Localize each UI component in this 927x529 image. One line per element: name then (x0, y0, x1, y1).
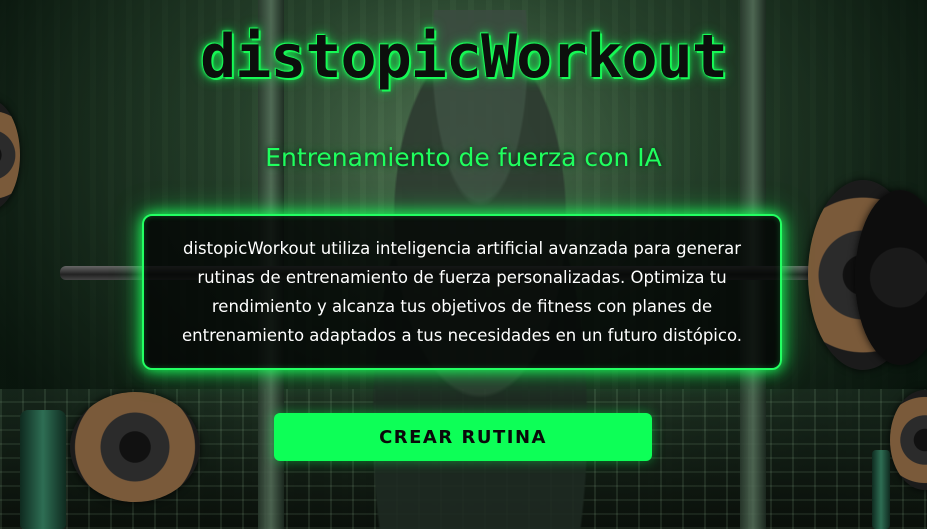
description-card: distopicWorkout utiliza inteligencia art… (142, 214, 782, 370)
background-bottle (872, 450, 890, 529)
page-subtitle: Entrenamiento de fuerza con IA (265, 143, 662, 172)
create-routine-button[interactable]: CREAR RUTINA (274, 413, 652, 461)
page-title: distopicWorkout (200, 22, 728, 92)
background-plate (70, 392, 200, 502)
hero-section: distopicWorkout Entrenamiento de fuerza … (0, 0, 927, 529)
background-bottle (20, 410, 66, 529)
description-text: distopicWorkout utiliza inteligencia art… (181, 239, 742, 345)
